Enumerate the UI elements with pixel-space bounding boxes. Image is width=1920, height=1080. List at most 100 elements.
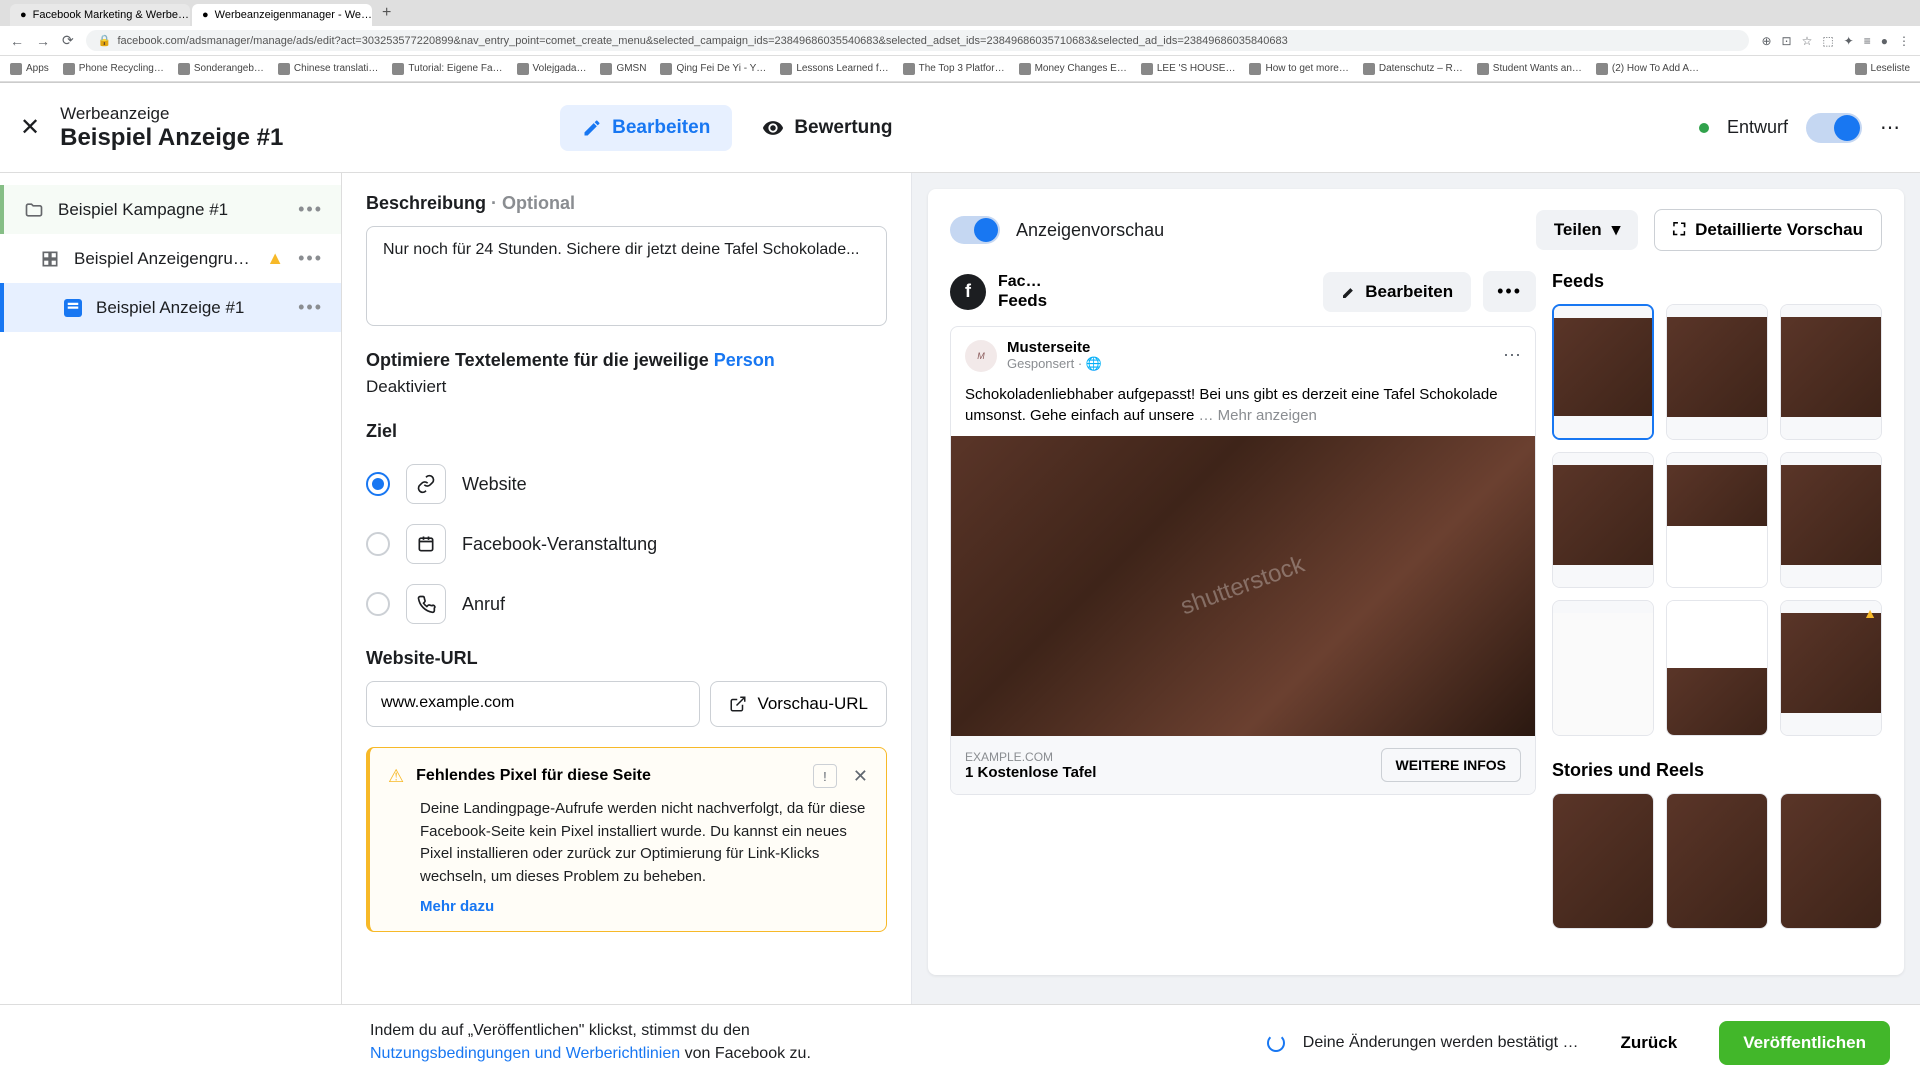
placement-thumbnail[interactable]: ▲	[1780, 600, 1882, 736]
edit-creative-button[interactable]: Bearbeiten	[1323, 272, 1471, 312]
bookmark[interactable]: Volejgada…	[517, 63, 587, 75]
facebook-logo-icon: f	[950, 274, 986, 310]
bookmark[interactable]: The Top 3 Platfor…	[903, 63, 1005, 75]
close-icon[interactable]: ✕	[853, 766, 868, 787]
loading-spinner-icon	[1267, 1034, 1285, 1052]
placement-label: Face… Feeds	[998, 273, 1311, 311]
browser-tab[interactable]: ●Facebook Marketing & Werbe…×	[10, 4, 190, 26]
grid-icon	[40, 249, 60, 269]
radio-icon	[366, 532, 390, 556]
placement-thumbnail[interactable]	[1780, 304, 1882, 440]
ad-sponsored-label: Gesponsert · 🌐	[1007, 356, 1493, 372]
url-input[interactable]: 🔒facebook.com/adsmanager/manage/ads/edit…	[86, 30, 1750, 51]
status-label: Entwurf	[1727, 117, 1788, 138]
placement-thumbnail[interactable]	[1552, 452, 1654, 588]
ad-image	[951, 436, 1535, 736]
extensions-icon[interactable]: ✦	[1844, 34, 1854, 48]
extension-icon[interactable]: ⬚	[1822, 34, 1833, 48]
bookmark[interactable]: Sonderangeb…	[178, 63, 264, 75]
radio-checked-icon	[366, 472, 390, 496]
placement-thumbnail[interactable]	[1552, 600, 1654, 736]
ad-icon	[64, 299, 82, 317]
detailed-preview-button[interactable]: ⛶Detaillierte Vorschau	[1654, 209, 1882, 251]
browser-tab[interactable]: ●Werbeanzeigenmanager - We…×	[192, 4, 372, 26]
new-tab-button[interactable]: +	[374, 0, 399, 26]
bookmark[interactable]: (2) How To Add A…	[1596, 63, 1699, 75]
person-link[interactable]: Person	[714, 350, 775, 370]
back-icon[interactable]: ←	[10, 33, 24, 49]
feeds-thumbnails: ▲	[1552, 304, 1882, 736]
placement-thumbnail[interactable]	[1780, 452, 1882, 588]
more-icon[interactable]: •••	[298, 199, 323, 220]
placement-thumbnail[interactable]	[1666, 793, 1768, 929]
feedback-icon[interactable]: !	[813, 764, 837, 788]
bookmark[interactable]: GMSN	[600, 63, 646, 75]
placement-thumbnail[interactable]	[1666, 600, 1768, 736]
description-input[interactable]: Nur noch für 24 Stunden. Sichere dir jet…	[366, 226, 887, 326]
bookmark-readlist[interactable]: Leseliste	[1855, 63, 1910, 75]
pixel-warning-box: ⚠ Fehlendes Pixel für diese Seite ! ✕ De…	[366, 747, 887, 932]
back-button[interactable]: Zurück	[1597, 1021, 1702, 1065]
goal-option-call[interactable]: Anruf	[366, 574, 887, 634]
more-icon[interactable]: •••	[298, 297, 323, 318]
more-button[interactable]: •••	[1483, 271, 1536, 312]
warning-icon: ▲	[266, 248, 284, 269]
goal-option-website[interactable]: Website	[366, 454, 887, 514]
bookmark[interactable]: Phone Recycling…	[63, 63, 164, 75]
status-dot-icon	[1699, 123, 1709, 133]
preview-toggle[interactable]	[950, 216, 1000, 244]
learn-more-link[interactable]: Mehr dazu	[420, 898, 868, 915]
more-icon[interactable]: ⋯	[1880, 115, 1900, 140]
forward-icon[interactable]: →	[36, 33, 50, 49]
publish-button[interactable]: Veröffentlichen	[1719, 1021, 1890, 1065]
more-icon[interactable]: •••	[298, 248, 323, 269]
terms-text: Indem du auf „Veröffentlichen" klickst, …	[370, 1020, 811, 1065]
page-title: Beispiel Anzeige #1	[60, 124, 460, 152]
website-url-input[interactable]: www.example.com	[366, 681, 700, 727]
menu-icon[interactable]: ⋮	[1898, 34, 1910, 48]
sidebar-item-adset[interactable]: Beispiel Anzeigengrup… ▲ •••	[0, 234, 341, 283]
placement-thumbnail[interactable]	[1552, 793, 1654, 929]
wkmark[interactable]: Lessons Learned f…	[780, 63, 888, 75]
bookmark[interactable]: Chinese translati…	[278, 63, 378, 75]
tab-review[interactable]: Bewertung	[740, 105, 914, 151]
bookmark[interactable]: Student Wants an…	[1477, 63, 1582, 75]
sidebar-item-ad[interactable]: Beispiel Anzeige #1 •••	[0, 283, 341, 332]
pencil-icon	[1341, 284, 1357, 300]
bookmark[interactable]: Datenschutz – R…	[1363, 63, 1463, 75]
preview-url-button[interactable]: Vorschau-URL	[710, 681, 887, 727]
star-icon[interactable]: ☆	[1802, 34, 1813, 48]
placement-thumbnail[interactable]	[1552, 304, 1654, 440]
placement-thumbnail[interactable]	[1780, 793, 1882, 929]
terms-link[interactable]: Nutzungsbedingungen und Werberichtlinien	[370, 1045, 680, 1062]
translate-icon[interactable]: ⊡	[1782, 34, 1792, 48]
zoom-icon[interactable]: ⊕	[1761, 34, 1771, 48]
goal-option-event[interactable]: Facebook-Veranstaltung	[366, 514, 887, 574]
bookmark[interactable]: Apps	[10, 63, 49, 75]
see-more-link[interactable]: … Mehr anzeigen	[1198, 407, 1316, 424]
bookmark[interactable]: LEE 'S HOUSE…	[1141, 63, 1236, 75]
sidebar-item-campaign[interactable]: Beispiel Kampagne #1 •••	[0, 185, 341, 234]
bookmark[interactable]: How to get more…	[1249, 63, 1348, 75]
bookmark[interactable]: Money Changes E…	[1019, 63, 1127, 75]
bookmark[interactable]: Tutorial: Eigene Fa…	[392, 63, 502, 75]
app-header: ✕ Werbeanzeige Beispiel Anzeige #1 Bearb…	[0, 83, 1920, 173]
ad-active-toggle[interactable]	[1806, 113, 1862, 143]
placement-thumbnail[interactable]	[1666, 304, 1768, 440]
share-button[interactable]: Teilen▾	[1536, 210, 1638, 250]
tab-bar: ●Facebook Marketing & Werbe…× ●Werbeanze…	[0, 0, 1920, 26]
goal-label: Ziel	[366, 421, 887, 442]
placement-thumbnail[interactable]	[1666, 452, 1768, 588]
readlist-icon[interactable]: ≡	[1864, 34, 1871, 48]
form-column: Beschreibung · Optional Nur noch für 24 …	[342, 173, 912, 1005]
ad-cta-button[interactable]: WEITERE INFOS	[1381, 748, 1521, 782]
bookmark[interactable]: Qing Fei De Yi - Y…	[660, 63, 766, 75]
close-button[interactable]: ✕	[20, 113, 60, 142]
tab-edit[interactable]: Bearbeiten	[560, 105, 732, 151]
expand-icon: ⛶	[1673, 220, 1685, 240]
pending-status: Deine Änderungen werden bestätigt …	[1303, 1034, 1579, 1052]
reload-icon[interactable]: ⟳	[62, 32, 74, 49]
more-icon[interactable]: ⋯	[1503, 345, 1521, 366]
avatar-icon[interactable]: ●	[1881, 34, 1888, 48]
address-bar: ← → ⟳ 🔒facebook.com/adsmanager/manage/ad…	[0, 26, 1920, 56]
